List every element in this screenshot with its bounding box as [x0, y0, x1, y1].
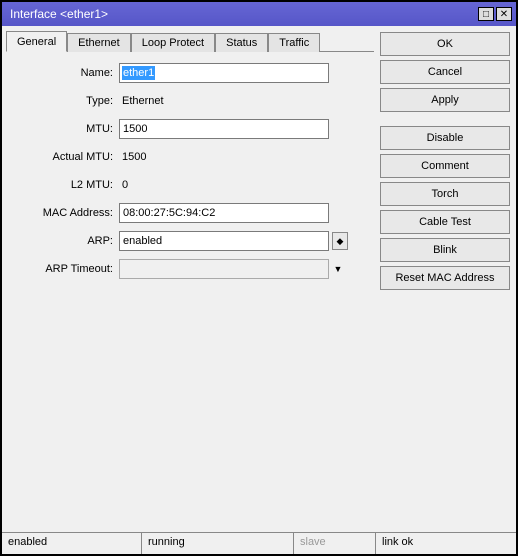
- row-actual-mtu: Actual MTU: 1500: [14, 146, 366, 168]
- row-type: Type: Ethernet: [14, 90, 366, 112]
- label-mtu: MTU:: [14, 123, 119, 135]
- mtu-input[interactable]: [119, 119, 329, 139]
- label-arp: ARP:: [14, 235, 119, 247]
- label-l2-mtu: L2 MTU:: [14, 179, 119, 191]
- tab-ethernet[interactable]: Ethernet: [67, 33, 131, 52]
- torch-button[interactable]: Torch: [380, 182, 510, 206]
- titlebar[interactable]: Interface <ether1> □ ✕: [2, 2, 516, 26]
- spacer: [380, 116, 510, 122]
- tab-loop-protect[interactable]: Loop Protect: [131, 33, 215, 52]
- row-l2-mtu: L2 MTU: 0: [14, 174, 366, 196]
- label-arp-timeout: ARP Timeout:: [14, 263, 119, 275]
- tab-status[interactable]: Status: [215, 33, 268, 52]
- status-link: link ok: [376, 533, 516, 554]
- label-actual-mtu: Actual MTU:: [14, 151, 119, 163]
- tab-traffic[interactable]: Traffic: [268, 33, 320, 52]
- arp-timeout-input[interactable]: ▼: [119, 259, 329, 279]
- minimize-icon[interactable]: □: [478, 7, 494, 21]
- status-slave: slave: [294, 533, 376, 554]
- ok-button[interactable]: OK: [380, 32, 510, 56]
- mac-input[interactable]: [119, 203, 329, 223]
- apply-button[interactable]: Apply: [380, 88, 510, 112]
- name-input[interactable]: ether1: [119, 63, 329, 83]
- l2-mtu-value: 0: [119, 175, 329, 195]
- row-name: Name: ether1: [14, 62, 366, 84]
- close-icon[interactable]: ✕: [496, 7, 512, 21]
- name-value: ether1: [122, 66, 155, 80]
- chevron-down-icon[interactable]: ▼: [330, 260, 346, 278]
- label-type: Type:: [14, 95, 119, 107]
- row-arp: ARP: enabled ◆: [14, 230, 366, 252]
- window-title: Interface <ether1>: [6, 7, 478, 21]
- label-name: Name:: [14, 67, 119, 79]
- type-value: Ethernet: [119, 91, 329, 111]
- status-bar: enabled running slave link ok: [2, 532, 516, 554]
- row-mtu: MTU:: [14, 118, 366, 140]
- interface-window: Interface <ether1> □ ✕ General Ethernet …: [2, 2, 516, 554]
- actual-mtu-value: 1500: [119, 147, 329, 167]
- blink-button[interactable]: Blink: [380, 238, 510, 262]
- row-mac: MAC Address:: [14, 202, 366, 224]
- arp-value: enabled: [123, 235, 162, 247]
- form-area: Name: ether1 Type: Ethernet: [6, 52, 374, 528]
- row-arp-timeout: ARP Timeout: ▼: [14, 258, 366, 280]
- tab-strip: General Ethernet Loop Protect Status Tra…: [6, 30, 374, 52]
- window-buttons: □ ✕: [478, 7, 512, 21]
- action-column: OK Cancel Apply Disable Comment Torch Ca…: [380, 30, 510, 528]
- reset-mac-button[interactable]: Reset MAC Address: [380, 266, 510, 290]
- form-column: General Ethernet Loop Protect Status Tra…: [6, 30, 374, 528]
- cancel-button[interactable]: Cancel: [380, 60, 510, 84]
- window-content: General Ethernet Loop Protect Status Tra…: [2, 26, 516, 554]
- label-mac: MAC Address:: [14, 207, 119, 219]
- arp-select[interactable]: enabled ◆: [119, 231, 329, 251]
- body-region: General Ethernet Loop Protect Status Tra…: [2, 26, 516, 532]
- chevron-down-icon[interactable]: ◆: [332, 232, 348, 250]
- comment-button[interactable]: Comment: [380, 154, 510, 178]
- status-enabled: enabled: [2, 533, 142, 554]
- status-running: running: [142, 533, 294, 554]
- disable-button[interactable]: Disable: [380, 126, 510, 150]
- cable-test-button[interactable]: Cable Test: [380, 210, 510, 234]
- tab-general[interactable]: General: [6, 31, 67, 52]
